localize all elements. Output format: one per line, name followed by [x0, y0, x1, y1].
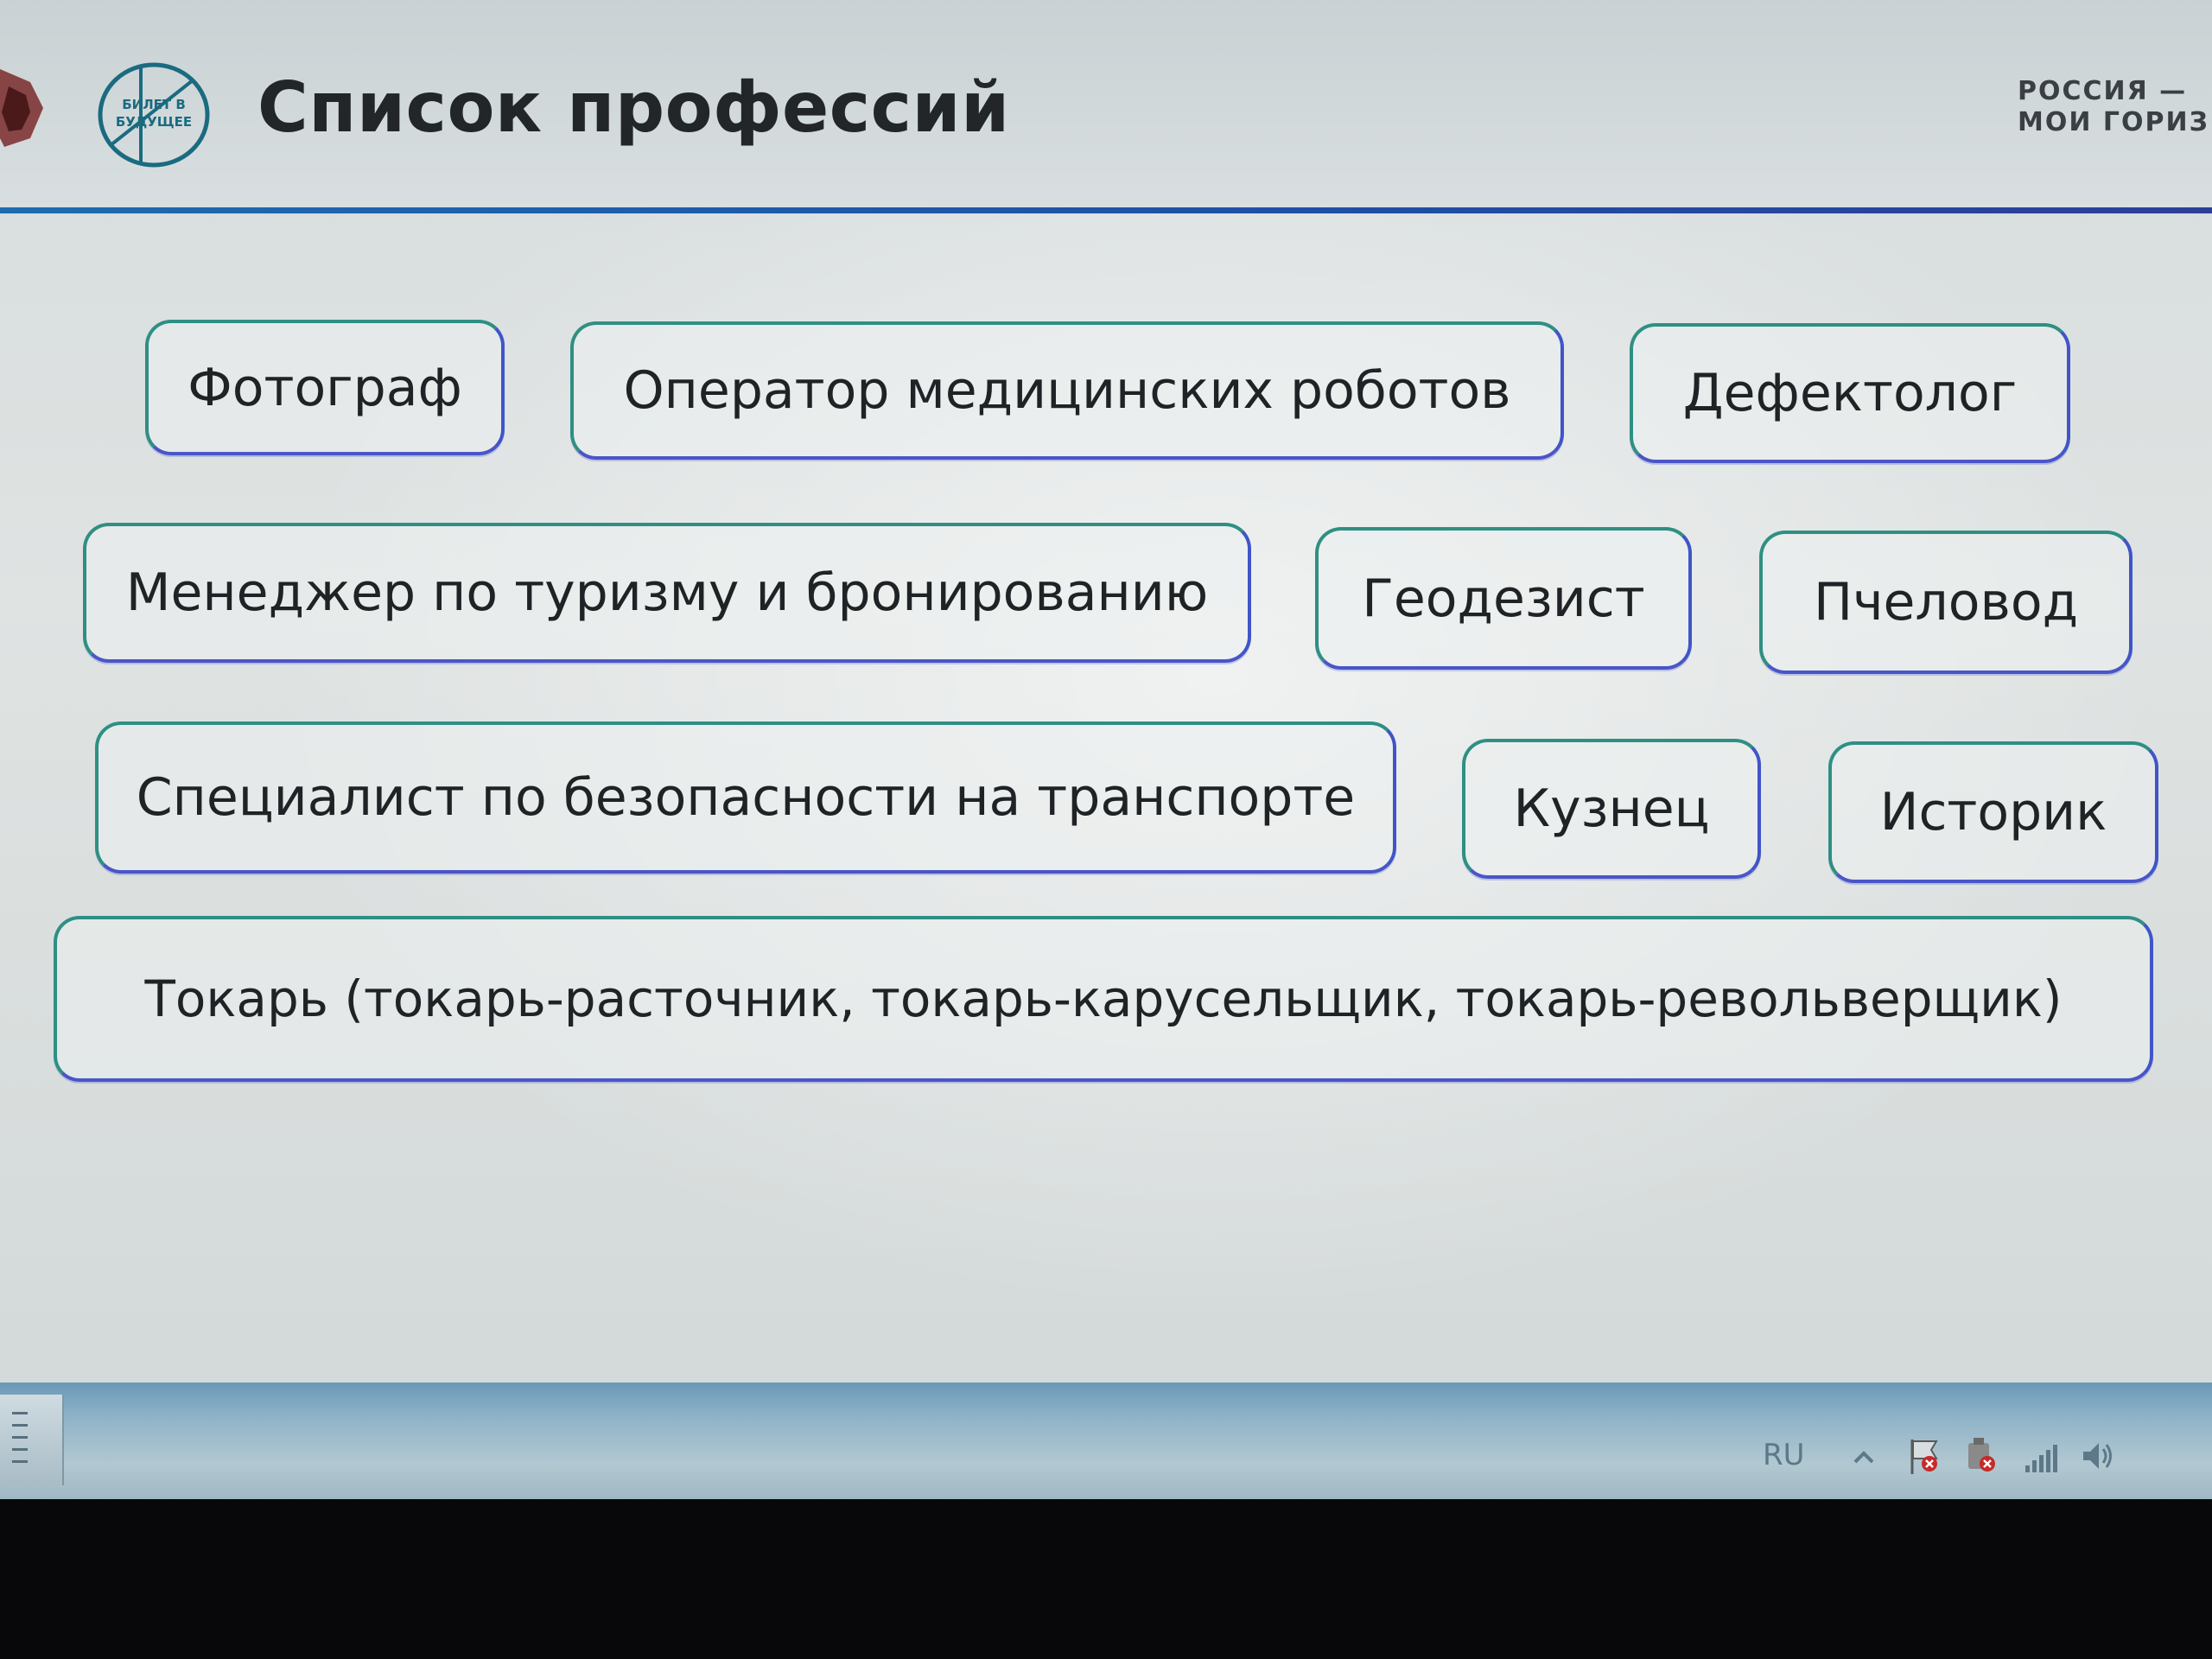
professions-list: Фотограф Оператор медицинских роботов Де… [0, 0, 2212, 1382]
profession-chip-blacksmith[interactable]: Кузнец [1462, 739, 1761, 879]
power-icon[interactable] [1961, 1434, 1999, 1478]
taskbar: RU [0, 1382, 2212, 1499]
profession-chip-transport-security-specialist[interactable]: Специалист по безопасности на транспорте [95, 721, 1396, 874]
flag-icon[interactable] [1905, 1434, 1943, 1478]
language-indicator[interactable]: RU [1763, 1438, 1805, 1472]
profession-chip-beekeeper[interactable]: Пчеловод [1759, 531, 2133, 674]
monitor-bezel [0, 1499, 2212, 1659]
profession-chip-historian[interactable]: Историк [1828, 741, 2158, 883]
profession-chip-turner[interactable]: Токарь (токарь-расточник, токарь-карусел… [54, 916, 2153, 1082]
profession-chip-medical-robot-operator[interactable]: Оператор медицинских роботов [570, 321, 1564, 460]
profession-chip-photographer[interactable]: Фотограф [145, 320, 505, 455]
chevron-up-icon[interactable] [1845, 1434, 1883, 1478]
taskbar-app-button[interactable] [0, 1395, 64, 1485]
profession-chip-tourism-manager[interactable]: Менеджер по туризму и бронированию [83, 523, 1251, 663]
signal-icon[interactable] [2022, 1434, 2060, 1478]
speaker-icon[interactable] [2078, 1434, 2116, 1478]
profession-chip-geodesist[interactable]: Геодезист [1315, 527, 1692, 670]
system-tray: RU [1763, 1434, 2212, 1486]
app-screen: БИЛЕТ В БУДУЩЕЕ Список профессий РОССИЯ … [0, 0, 2212, 1499]
profession-chip-defectologist[interactable]: Дефектолог [1630, 323, 2070, 463]
